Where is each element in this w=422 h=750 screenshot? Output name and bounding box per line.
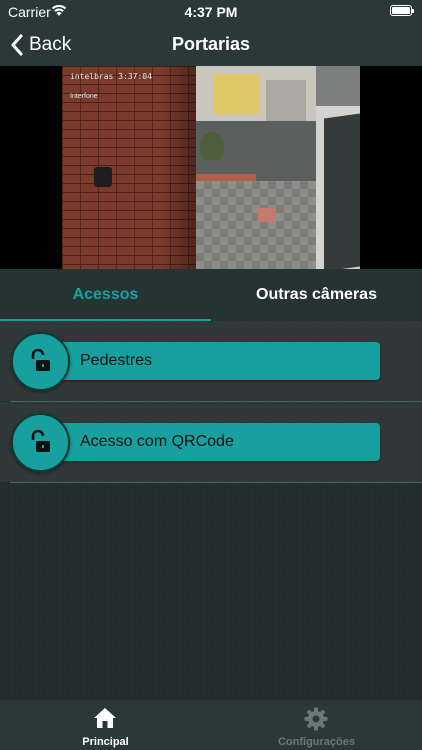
acesso-qrcode-button[interactable]: Acesso com QRCode [58,423,380,461]
camera-osd: intelbras 3:37:04 [70,72,152,81]
camera-osd-label: Interfone [70,93,98,100]
tab-configuracoes[interactable]: Configurações [211,700,422,750]
gear-icon [304,707,328,731]
tab-principal-label: Principal [82,736,129,748]
segment-tabs: Acessos Outras câmeras [0,269,422,321]
tab-acessos[interactable]: Acessos [0,269,211,321]
tab-principal[interactable]: Principal [0,700,211,750]
pedestres-button[interactable]: Pedestres [58,342,380,380]
unlock-icon [31,430,50,452]
access-list: Pedestres Acesso com QRCode [0,321,422,700]
clock: 4:37 PM [184,4,238,20]
unlock-button[interactable] [11,413,70,472]
tab-outras-cameras[interactable]: Outras câmeras [211,269,422,321]
access-button-label: Pedestres [80,352,153,369]
camera-feed[interactable]: intelbras 3:37:04 Interfone [0,66,422,269]
bottom-tab-bar: Principal Configurações [0,700,422,750]
list-item: Pedestres [0,321,422,401]
access-button-label: Acesso com QRCode [80,433,234,450]
unlock-button[interactable] [11,332,70,391]
navigation-bar: Back Portarias [0,24,422,66]
divider [10,482,422,483]
home-icon [94,708,116,728]
camera-osd-time: 3:37:04 [118,72,152,81]
unlock-icon [31,349,50,371]
intercom-device [94,167,112,187]
list-item: Acesso com QRCode [0,402,422,482]
battery-icon [390,5,414,16]
camera-image: intelbras 3:37:04 Interfone [62,66,360,269]
status-bar: Carrier 4:37 PM [0,0,422,24]
tab-configuracoes-label: Configurações [277,736,355,748]
page-title: Portarias [171,34,251,54]
camera-osd-brand: intelbras [70,72,114,81]
